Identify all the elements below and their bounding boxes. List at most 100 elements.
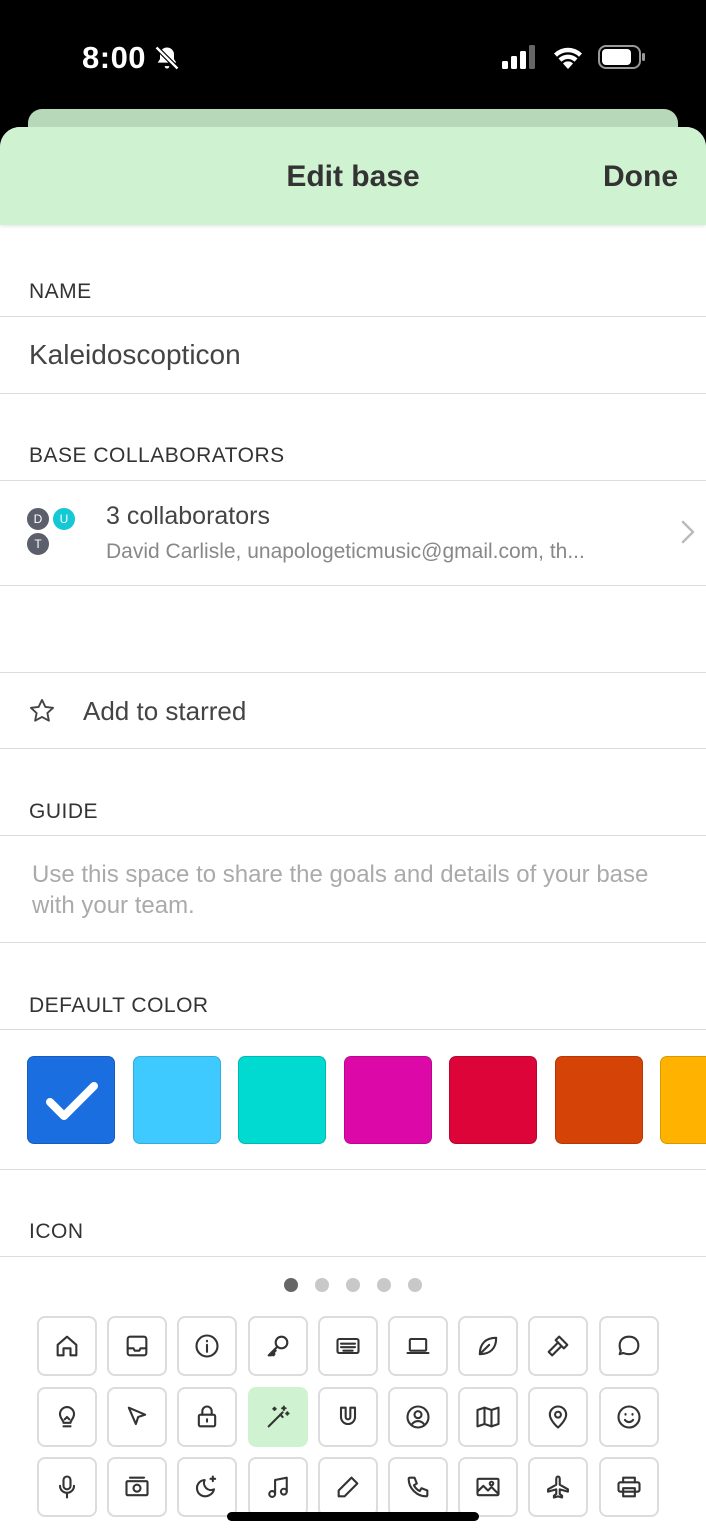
page-dot[interactable] [377, 1278, 391, 1292]
icon-option[interactable] [598, 1386, 659, 1447]
icon-option[interactable] [528, 1316, 589, 1376]
icon-option[interactable] [177, 1457, 238, 1517]
avatar: T [26, 532, 50, 556]
page-dot[interactable] [346, 1278, 360, 1292]
color-swatch[interactable] [660, 1056, 706, 1144]
icon-option[interactable] [107, 1316, 168, 1376]
done-button[interactable]: Done [603, 160, 678, 194]
color-swatch[interactable] [449, 1056, 537, 1144]
color-swatch[interactable] [27, 1056, 115, 1144]
map-pin-icon [549, 1405, 568, 1429]
color-swatch[interactable] [554, 1056, 643, 1144]
info-icon [195, 1334, 219, 1358]
add-to-starred-button[interactable]: Add to starred [0, 672, 706, 748]
edit-base-sheet: Edit base Done NAME Kaleidoscopticon BAS… [0, 127, 706, 1536]
signal-icon [502, 45, 535, 69]
lightbulb-icon [58, 1405, 76, 1427]
icon-section-label: ICON [29, 1220, 84, 1243]
color-swatch[interactable] [238, 1056, 326, 1144]
page-dot[interactable] [408, 1278, 422, 1292]
lock-icon [198, 1405, 217, 1427]
bell-slash-icon [154, 45, 180, 71]
page-dot[interactable] [315, 1278, 329, 1292]
battery-icon [598, 45, 645, 69]
divider [0, 585, 706, 586]
avatar: D [26, 507, 50, 531]
icon-option[interactable] [528, 1457, 589, 1517]
icon-option[interactable] [317, 1457, 378, 1517]
icon-option[interactable] [107, 1457, 168, 1517]
inbox-icon [126, 1335, 148, 1357]
moon-stars-icon [196, 1475, 217, 1498]
icon-option[interactable] [458, 1386, 519, 1447]
icon-option[interactable] [247, 1457, 308, 1517]
divider [0, 1169, 706, 1170]
collaborator-avatars: D U T [26, 507, 80, 561]
collaborators-row[interactable] [0, 481, 706, 585]
key-icon [267, 1335, 288, 1357]
guide-section-label: GUIDE [29, 800, 99, 823]
guide-input[interactable]: Use this space to share the goals and de… [32, 859, 682, 921]
phone-icon [407, 1476, 429, 1498]
icon-option[interactable] [177, 1316, 238, 1376]
chevron-right-icon [681, 520, 695, 544]
microphone-icon [58, 1475, 76, 1499]
icon-option[interactable] [247, 1386, 308, 1447]
money-icon [125, 1476, 149, 1497]
status-bar: 8:00 [0, 0, 706, 110]
keyboard-icon [336, 1337, 360, 1355]
smiley-icon [617, 1404, 641, 1429]
leaf-icon [478, 1336, 498, 1356]
map-icon [476, 1406, 500, 1427]
status-time: 8:00 [82, 40, 147, 75]
laptop-icon [406, 1337, 430, 1355]
default-color-section-label: DEFAULT COLOR [29, 994, 209, 1017]
user-circle-icon [406, 1404, 430, 1429]
icon-option[interactable] [598, 1457, 659, 1517]
sheet-header: Edit base Done [0, 127, 706, 225]
icon-option[interactable] [247, 1316, 308, 1376]
avatar: U [52, 507, 76, 531]
add-to-starred-label: Add to starred [83, 696, 247, 726]
icon-option[interactable] [458, 1316, 519, 1376]
icon-option[interactable] [388, 1316, 448, 1376]
image-icon [476, 1477, 500, 1497]
icon-option[interactable] [317, 1386, 378, 1447]
color-swatch[interactable] [132, 1056, 221, 1144]
icon-option[interactable] [37, 1457, 97, 1517]
page-title: Edit base [286, 160, 420, 193]
divider [0, 835, 706, 836]
chat-bubble-icon [618, 1335, 639, 1356]
icon-option[interactable] [528, 1386, 589, 1447]
icon-option[interactable] [598, 1316, 659, 1376]
divider [0, 748, 706, 749]
icon-option[interactable] [458, 1457, 519, 1517]
magnet-icon [339, 1406, 356, 1425]
home-indicator [227, 1512, 479, 1521]
wifi-icon [554, 47, 582, 69]
collaborators-names: David Carlisle, unapologeticmusic@gmail.… [106, 540, 585, 563]
star-icon [29, 698, 55, 722]
checkmark-icon [46, 1082, 98, 1120]
name-section-label: NAME [29, 280, 92, 303]
airplane-icon [547, 1475, 570, 1499]
home-icon [56, 1335, 78, 1357]
base-name-field[interactable]: Kaleidoscopticon [29, 339, 241, 371]
icon-option[interactable] [388, 1457, 448, 1517]
icon-option[interactable] [37, 1386, 97, 1447]
icon-option[interactable] [37, 1316, 97, 1376]
collaborators-section-label: BASE COLLABORATORS [29, 444, 285, 467]
music-icon [267, 1476, 288, 1498]
pencil-icon [337, 1476, 359, 1498]
page-dot[interactable] [284, 1278, 298, 1292]
icon-option[interactable] [317, 1316, 378, 1376]
icon-option[interactable] [107, 1386, 168, 1447]
gavel-icon [548, 1335, 569, 1357]
divider [0, 1256, 706, 1257]
icon-option[interactable] [388, 1386, 448, 1447]
cursor-icon [127, 1406, 147, 1425]
icon-page-indicator[interactable] [0, 1278, 706, 1292]
icon-option[interactable] [177, 1386, 238, 1447]
color-swatch[interactable] [343, 1056, 432, 1144]
divider [0, 1029, 706, 1030]
